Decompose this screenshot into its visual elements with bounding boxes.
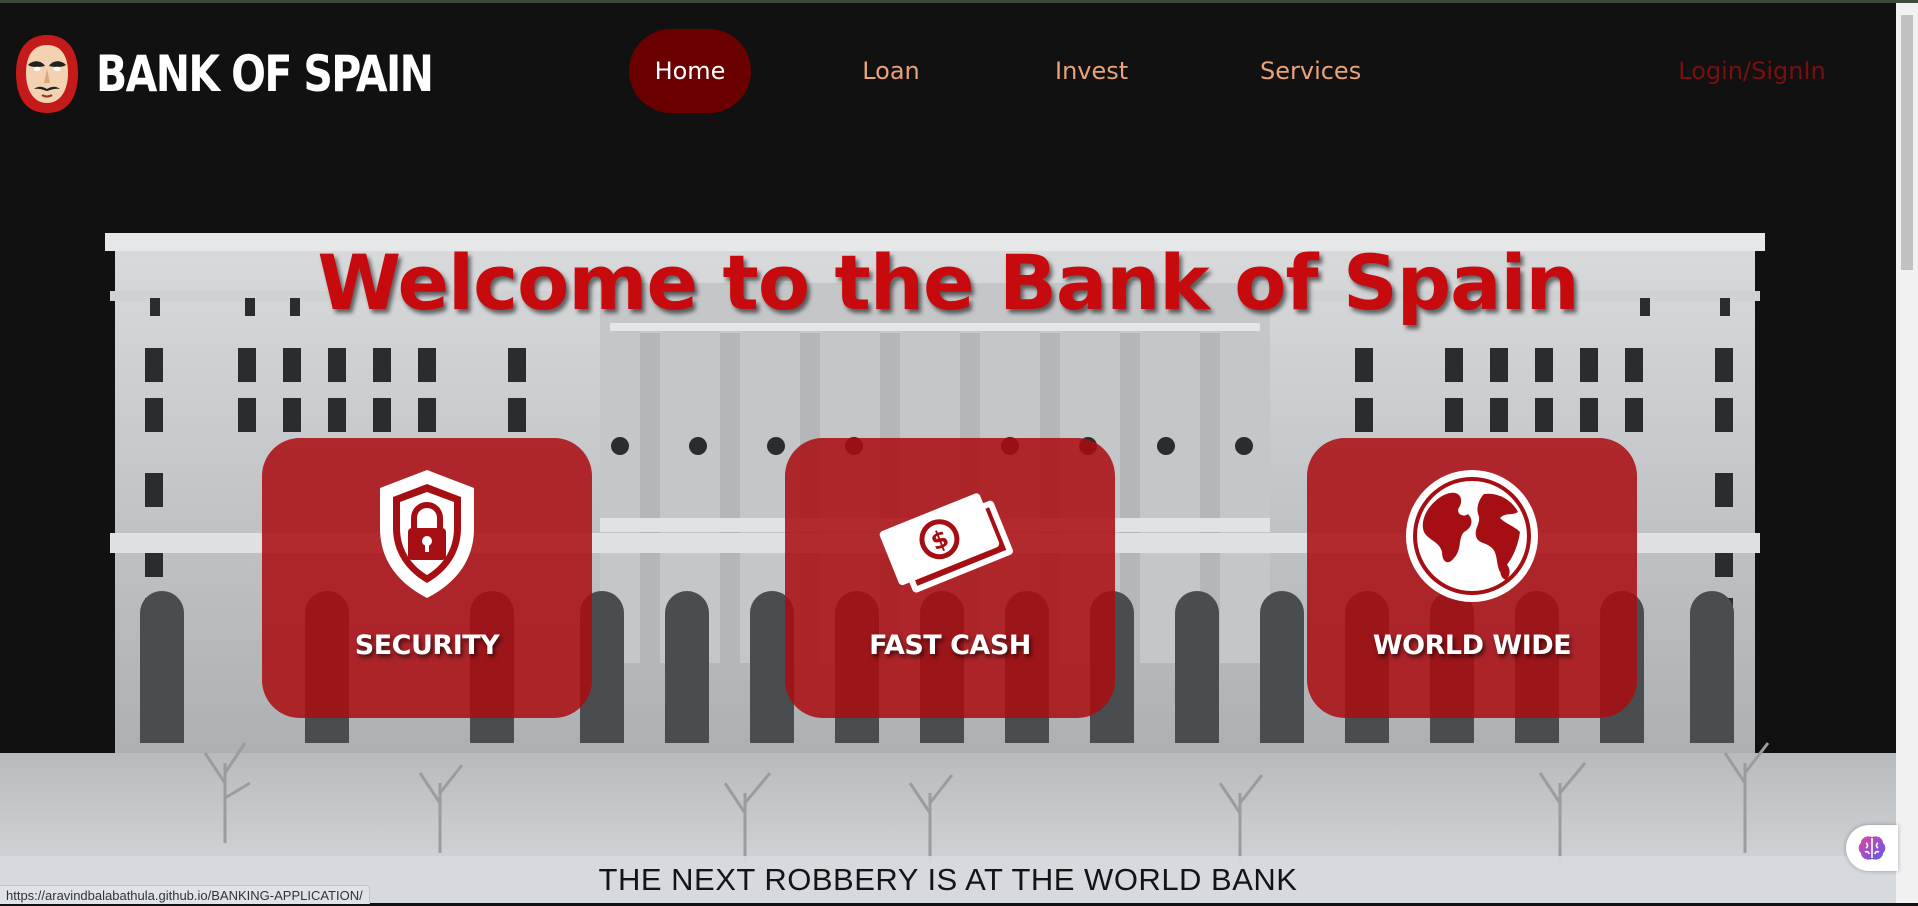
feature-card-world-wide[interactable]: WORLD WIDE	[1307, 438, 1637, 718]
dali-mask-icon	[16, 35, 78, 113]
feature-card-security[interactable]: SECURITY	[262, 438, 592, 718]
login-signin-link[interactable]: Login/SignIn	[1672, 29, 1832, 113]
card-label-fast-cash: FAST CASH	[869, 630, 1031, 661]
hero-headline: Welcome to the Bank of Spain	[317, 238, 1579, 327]
brand-logo[interactable]: BANK OF SPAIN	[14, 33, 506, 115]
nav-item-home[interactable]: Home	[629, 29, 751, 113]
hero-section: Welcome to the Bank of Spain SECURITY $ …	[0, 143, 1896, 903]
nav-item-invest[interactable]: Invest	[1055, 29, 1128, 113]
cash-icon: $	[879, 493, 1013, 593]
globe-icon	[1406, 470, 1538, 602]
floating-assistant-button[interactable]	[1846, 825, 1898, 871]
shield-lock-icon	[380, 470, 474, 598]
nav-item-services[interactable]: Services	[1260, 29, 1361, 113]
page-scrollbar[interactable]	[1896, 3, 1918, 903]
card-label-world-wide: WORLD WIDE	[1372, 630, 1572, 661]
site-header: BANK OF SPAIN Home Loan Invest Services …	[0, 3, 1896, 143]
brain-icon	[1858, 836, 1886, 860]
scrollbar-thumb[interactable]	[1901, 15, 1913, 270]
feature-card-fast-cash[interactable]: $ FAST CASH	[785, 438, 1115, 718]
nav-item-loan[interactable]: Loan	[862, 29, 920, 113]
status-bar-url: https://aravindbalabathula.github.io/BAN…	[0, 885, 370, 904]
brand-name: BANK OF SPAIN	[96, 45, 434, 103]
card-label-security: SECURITY	[354, 630, 500, 661]
